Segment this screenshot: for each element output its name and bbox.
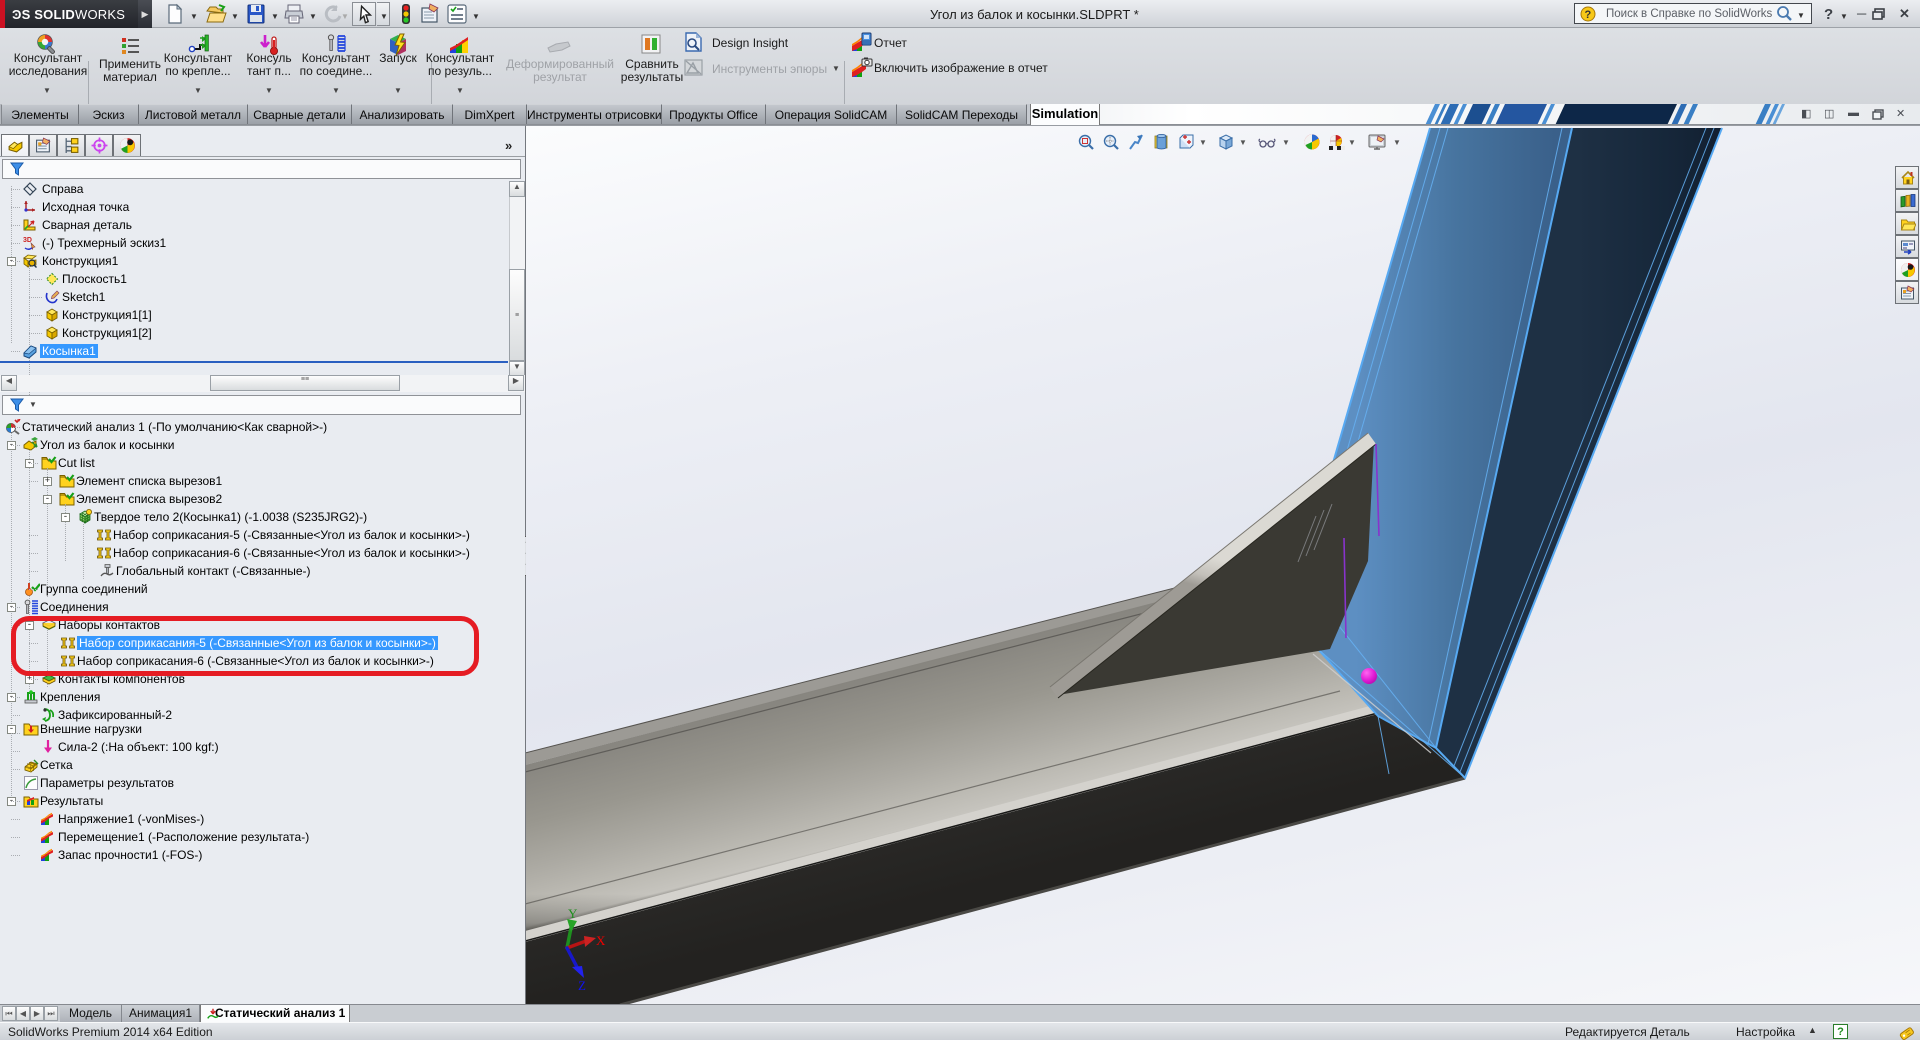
svg-text:Y: Y — [568, 906, 578, 921]
svg-text:X: X — [596, 933, 606, 948]
svg-text:Z: Z — [578, 978, 586, 993]
svg-text:?: ? — [1585, 9, 1592, 21]
